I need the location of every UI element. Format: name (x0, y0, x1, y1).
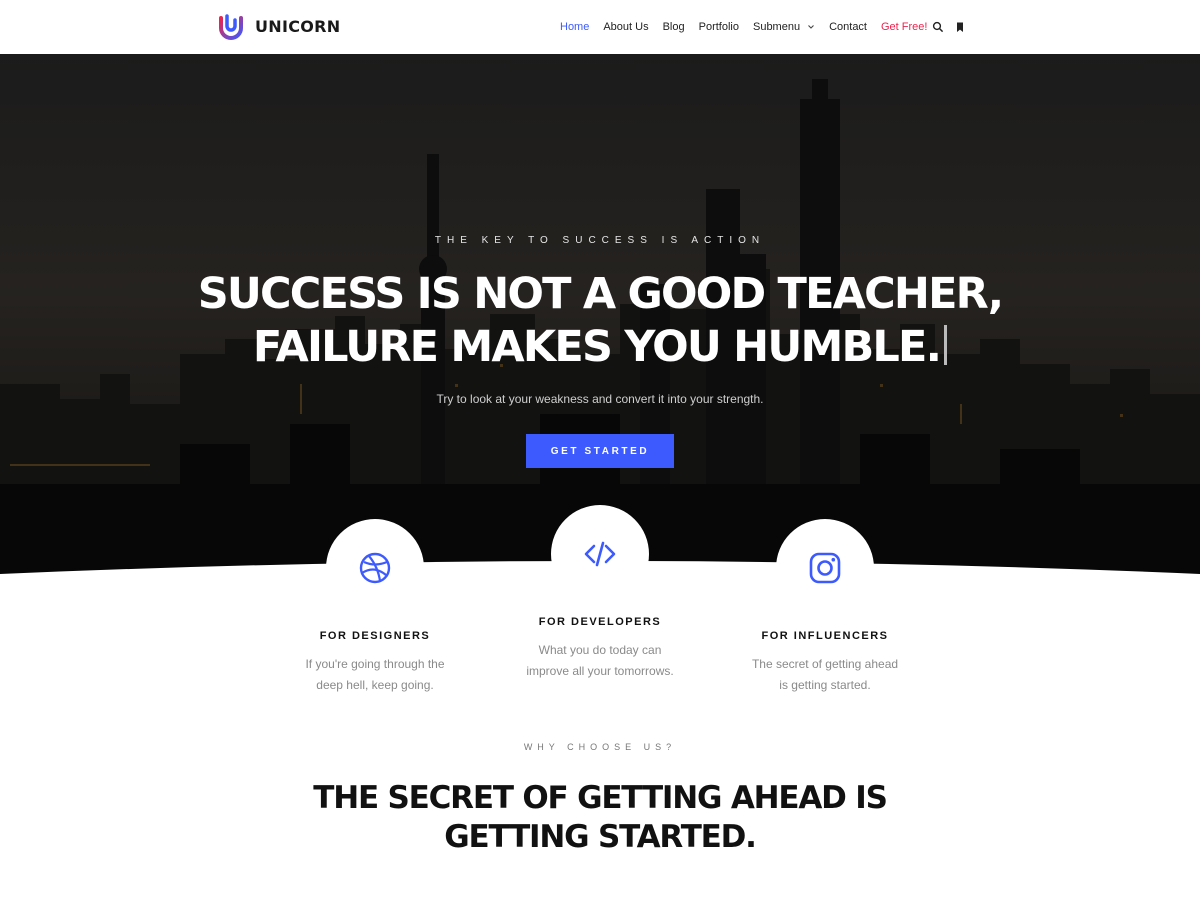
feature-text-line: is getting started. (779, 678, 871, 692)
nav-item-get-free[interactable]: Get Free! (881, 21, 927, 33)
brand-logo[interactable]: UNICORN (217, 12, 341, 40)
feature-text: The secret of getting ahead is getting s… (715, 654, 935, 696)
nav-item-blog[interactable]: Blog (663, 21, 685, 33)
nav-item-submenu[interactable]: Submenu (753, 21, 815, 33)
feature-title: FOR DESIGNERS (319, 630, 431, 642)
instagram-icon (809, 552, 841, 584)
nav-item-submenu-label: Submenu (752, 21, 801, 33)
feature-title: FOR INFLUENCERS (761, 630, 889, 642)
why-title-line-2: GETTING STARTED. (444, 819, 757, 855)
why-eyebrow: WHY CHOOSE US? (523, 742, 677, 752)
bookmark-icon[interactable] (954, 21, 966, 33)
hero-title-line-2-text: FAILURE MAKES YOU HUMBLE. (252, 322, 942, 372)
search-icon[interactable] (932, 21, 944, 33)
nav-item-home[interactable]: Home (560, 21, 589, 33)
feature-text-line: improve all your tomorrows. (526, 664, 674, 678)
feature-text-line: If you're going through the (305, 657, 445, 671)
nav-item-about-us[interactable]: About Us (603, 21, 648, 33)
feature-text-line: The secret of getting ahead (751, 657, 899, 671)
typing-cursor (944, 325, 948, 365)
feature-designers: FOR DESIGNERS If you're going through th… (265, 630, 485, 696)
hero-subtitle: Try to look at your weakness and convert… (436, 392, 764, 406)
unicorn-logo-icon (219, 14, 243, 40)
hero-title-line-2: FAILURE MAKES YOU HUMBLE. (0, 321, 1200, 374)
dribbble-icon (359, 552, 391, 584)
hero-title: SUCCESS IS NOT A GOOD TEACHER, FAILURE M… (0, 268, 1200, 374)
nav-item-portfolio[interactable]: Portfolio (699, 21, 739, 33)
feature-title: FOR DEVELOPERS (538, 616, 662, 628)
header-icons (932, 0, 976, 54)
hero-eyebrow: THE KEY TO SUCCESS IS ACTION (434, 235, 766, 246)
nav-item-contact[interactable]: Contact (829, 21, 867, 33)
chevron-down-icon (808, 25, 814, 29)
feature-text-line: What you do today can (538, 643, 662, 657)
why-title-line-1: THE SECRET OF GETTING AHEAD IS (313, 780, 888, 816)
hero-title-line-1: SUCCESS IS NOT A GOOD TEACHER, (197, 269, 1004, 319)
feature-text: What you do today can improve all your t… (490, 640, 710, 682)
get-started-button[interactable]: GET STARTED (526, 434, 674, 468)
code-icon (584, 541, 616, 567)
why-title: THE SECRET OF GETTING AHEAD IS GETTING S… (0, 779, 1200, 857)
site-header: UNICORN Home About Us Blog Portfolio Sub… (0, 0, 1200, 54)
feature-influencers: FOR INFLUENCERS The secret of getting ah… (715, 630, 935, 696)
brand-name: UNICORN (255, 16, 341, 36)
feature-text-line: deep hell, keep going. (316, 678, 434, 692)
feature-developers: FOR DEVELOPERS What you do today can imp… (490, 616, 710, 682)
feature-text: If you're going through the deep hell, k… (265, 654, 485, 696)
main-nav: Home About Us Blog Portfolio Submenu Con… (560, 0, 941, 54)
